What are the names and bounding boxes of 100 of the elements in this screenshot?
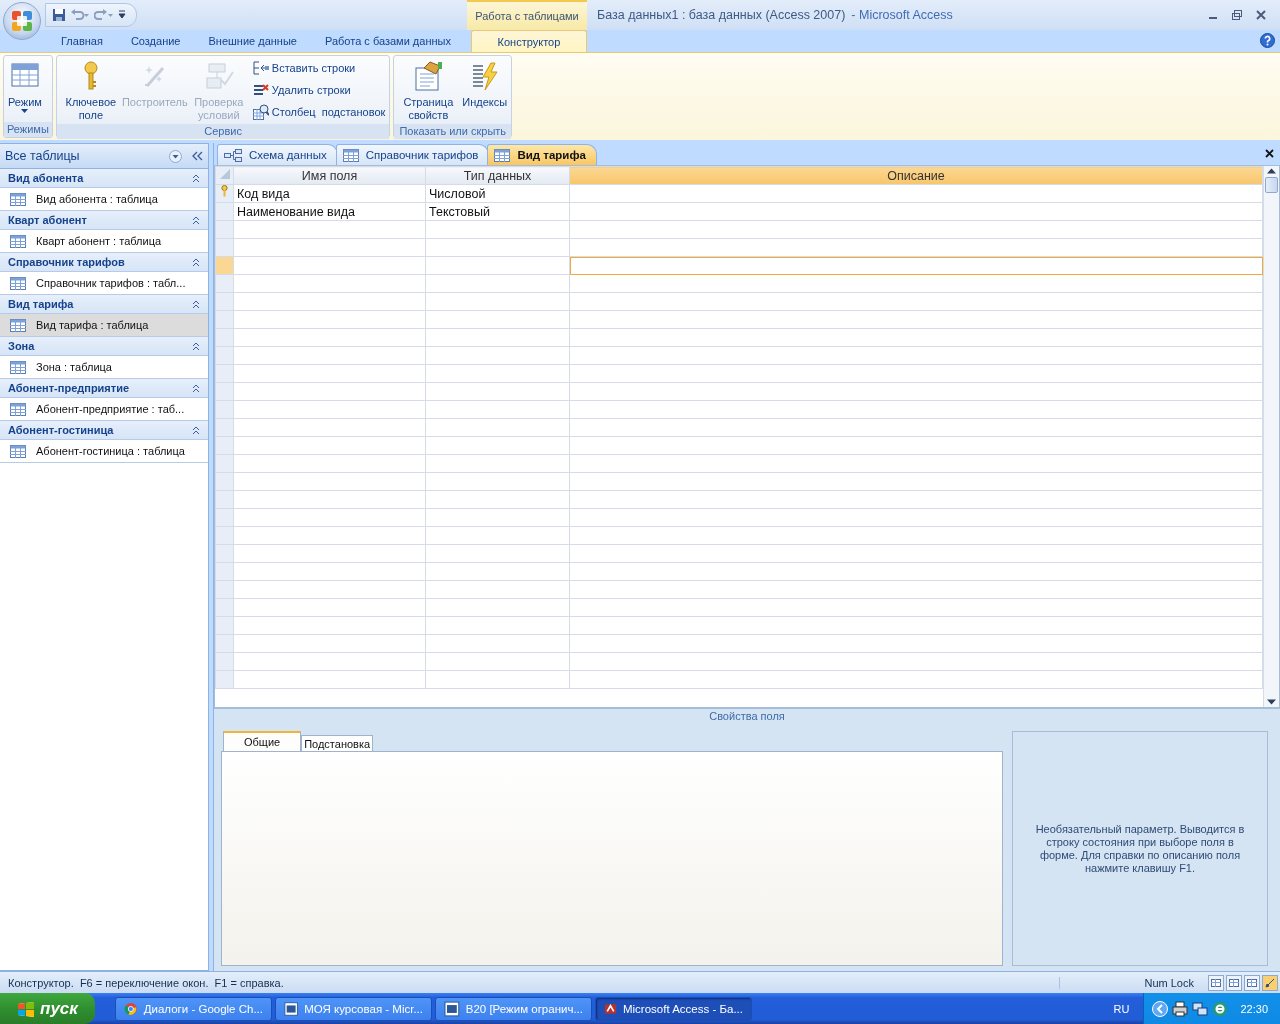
ribbon-tab[interactable]: Работа с базами данных bbox=[310, 30, 465, 52]
empty-cell[interactable] bbox=[425, 580, 570, 599]
design-view-icon[interactable] bbox=[1262, 974, 1278, 991]
empty-cell[interactable] bbox=[425, 508, 570, 527]
ribbon-tab[interactable]: Главная bbox=[47, 30, 117, 52]
empty-cell[interactable] bbox=[425, 490, 570, 509]
network-icon[interactable] bbox=[1192, 1000, 1209, 1017]
empty-cell[interactable] bbox=[569, 634, 1263, 653]
document-tab[interactable]: Справочник тарифов bbox=[335, 144, 490, 165]
empty-cell[interactable] bbox=[425, 346, 570, 365]
empty-cell[interactable] bbox=[569, 364, 1263, 383]
empty-cell[interactable] bbox=[425, 364, 570, 383]
empty-cell[interactable] bbox=[569, 418, 1263, 437]
empty-cell[interactable] bbox=[425, 274, 570, 293]
expand-tray-icon[interactable] bbox=[1152, 1000, 1169, 1017]
group-header[interactable]: Кварт абонент bbox=[0, 211, 208, 230]
taskbar-item[interactable]: Microsoft Access - Ба... bbox=[595, 996, 752, 1021]
empty-cell[interactable] bbox=[569, 184, 1263, 203]
empty-cell[interactable] bbox=[569, 508, 1263, 527]
collapse-icon[interactable] bbox=[192, 383, 200, 393]
ribbon-button[interactable]: Вставить строки bbox=[250, 59, 388, 77]
empty-cell[interactable] bbox=[425, 670, 570, 689]
property-tab[interactable]: Подстановка bbox=[301, 735, 374, 751]
collapse-icon[interactable] bbox=[192, 257, 200, 267]
empty-cell[interactable] bbox=[425, 598, 570, 617]
data-type-cell[interactable]: Текстовый bbox=[425, 202, 570, 221]
empty-cell[interactable] bbox=[425, 634, 570, 653]
document-tab[interactable]: Вид тарифа bbox=[487, 144, 597, 165]
ribbon-tab[interactable]: Внешние данные bbox=[194, 30, 311, 52]
empty-cell[interactable] bbox=[425, 526, 570, 545]
empty-cell[interactable] bbox=[569, 562, 1263, 581]
pivot-table-icon[interactable] bbox=[1226, 974, 1242, 991]
group-header[interactable]: Справочник тарифов bbox=[0, 253, 208, 272]
empty-cell[interactable] bbox=[569, 580, 1263, 599]
navigation-item[interactable]: Абонент-гостиница : таблица bbox=[0, 440, 208, 463]
ribbon-button[interactable]: Страница свойств bbox=[396, 58, 461, 124]
empty-cell[interactable] bbox=[425, 238, 570, 257]
empty-cell[interactable] bbox=[569, 526, 1263, 545]
language-indicator[interactable]: RU bbox=[1113, 1002, 1130, 1015]
scroll-thumb[interactable] bbox=[1265, 177, 1278, 193]
close-icon[interactable] bbox=[1265, 149, 1274, 158]
empty-cell[interactable] bbox=[569, 598, 1263, 617]
document-tab[interactable]: Схема данных bbox=[217, 144, 338, 165]
group-header[interactable]: Абонент-гостиница bbox=[0, 421, 208, 440]
empty-cell[interactable] bbox=[569, 292, 1263, 311]
scroll-down-icon[interactable] bbox=[1267, 699, 1276, 705]
collapse-pane-icon[interactable] bbox=[192, 151, 204, 161]
restore-icon[interactable] bbox=[1232, 10, 1242, 20]
empty-cell[interactable] bbox=[569, 202, 1263, 221]
collapse-icon[interactable] bbox=[192, 299, 200, 309]
collapse-icon[interactable] bbox=[192, 341, 200, 351]
empty-cell[interactable] bbox=[569, 274, 1263, 293]
empty-cell[interactable] bbox=[569, 328, 1263, 347]
empty-cell[interactable] bbox=[569, 472, 1263, 491]
ribbon-button[interactable]: Режим bbox=[6, 58, 44, 120]
empty-cell[interactable] bbox=[425, 562, 570, 581]
empty-cell[interactable] bbox=[425, 382, 570, 401]
empty-cell[interactable] bbox=[425, 616, 570, 635]
empty-cell[interactable] bbox=[425, 436, 570, 455]
description-cell[interactable] bbox=[569, 256, 1263, 275]
ribbon-button[interactable]: Удалить строки bbox=[250, 81, 388, 99]
empty-cell[interactable] bbox=[569, 346, 1263, 365]
empty-cell[interactable] bbox=[569, 400, 1263, 419]
ribbon-button[interactable]: Столбец подстановок bbox=[250, 103, 388, 121]
collapse-icon[interactable] bbox=[192, 215, 200, 225]
empty-cell[interactable] bbox=[425, 310, 570, 329]
start-button[interactable]: пуск bbox=[0, 993, 95, 1024]
empty-cell[interactable] bbox=[569, 238, 1263, 257]
empty-cell[interactable] bbox=[569, 310, 1263, 329]
group-header[interactable]: Абонент-предприятие bbox=[0, 379, 208, 398]
empty-cell[interactable] bbox=[425, 292, 570, 311]
office-button[interactable] bbox=[3, 2, 41, 40]
empty-cell[interactable] bbox=[569, 220, 1263, 239]
dropdown-icon[interactable] bbox=[169, 149, 182, 163]
datasheet-view-icon[interactable] bbox=[1208, 974, 1224, 991]
empty-cell[interactable] bbox=[569, 436, 1263, 455]
empty-cell[interactable] bbox=[425, 400, 570, 419]
scroll-up-icon[interactable] bbox=[1267, 168, 1276, 174]
property-tab[interactable]: Общие bbox=[223, 731, 302, 751]
customize-dropdown-icon[interactable] bbox=[118, 10, 126, 20]
printer-icon[interactable] bbox=[1172, 1000, 1189, 1017]
field-name-cell[interactable]: Код вида bbox=[233, 184, 426, 203]
select-all-icon[interactable] bbox=[218, 168, 231, 180]
group-header[interactable]: Вид абонента bbox=[0, 169, 208, 188]
vertical-scrollbar[interactable] bbox=[1263, 166, 1279, 707]
ribbon-button[interactable]: Ключевое поле bbox=[58, 58, 123, 124]
empty-cell[interactable] bbox=[425, 220, 570, 239]
empty-cell[interactable] bbox=[569, 454, 1263, 473]
data-type-cell[interactable]: Числовой bbox=[425, 184, 570, 203]
collapse-icon[interactable] bbox=[192, 173, 200, 183]
empty-cell[interactable] bbox=[569, 616, 1263, 635]
ribbon-tab[interactable]: Создание bbox=[116, 30, 195, 52]
empty-cell[interactable] bbox=[569, 652, 1263, 671]
navigation-item[interactable]: Вид тарифа : таблица bbox=[0, 314, 208, 337]
collapse-icon[interactable] bbox=[192, 425, 200, 435]
save-icon[interactable] bbox=[52, 8, 66, 22]
empty-cell[interactable] bbox=[425, 328, 570, 347]
group-header[interactable]: Вид тарифа bbox=[0, 295, 208, 314]
empty-cell[interactable] bbox=[569, 490, 1263, 509]
empty-cell[interactable] bbox=[569, 670, 1263, 689]
